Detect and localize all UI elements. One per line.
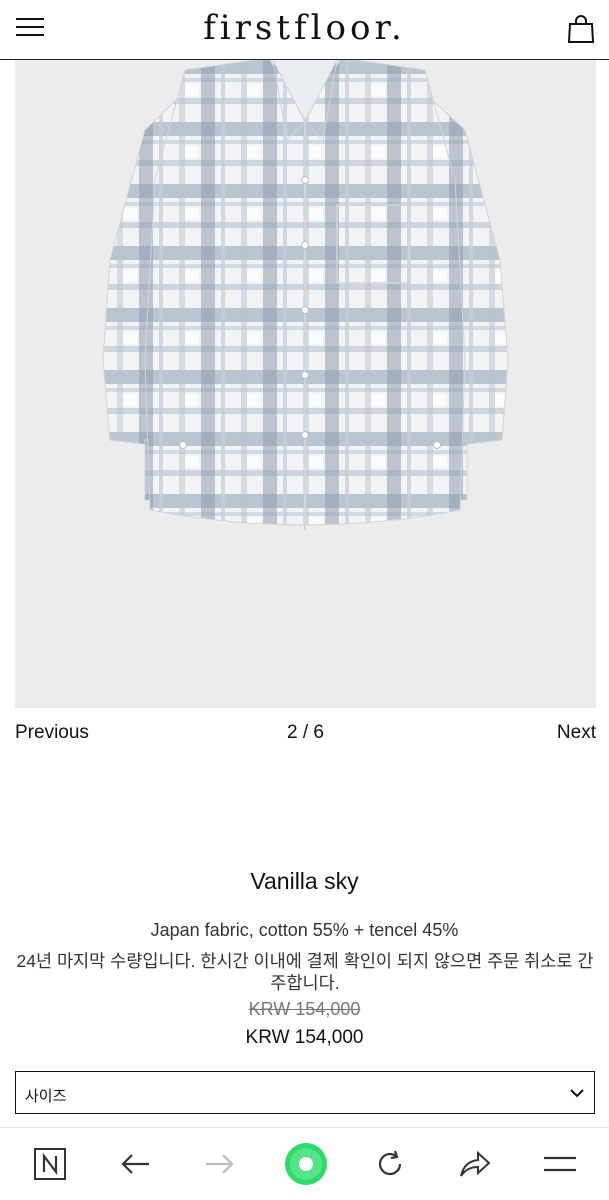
next-button[interactable]: Next — [557, 722, 596, 744]
current-price: KRW 154,000 — [245, 1027, 364, 1048]
image-counter: 2 / 6 — [287, 722, 324, 743]
n-home-icon[interactable] — [30, 1144, 70, 1184]
shopping-bag-icon[interactable] — [567, 14, 595, 44]
size-dropdown[interactable]: 사이즈 — [15, 1071, 595, 1114]
forward-arrow-icon[interactable] — [200, 1144, 240, 1184]
product-image[interactable] — [15, 60, 596, 708]
menu-lines-icon[interactable] — [540, 1144, 580, 1184]
green-dot-icon[interactable] — [284, 1142, 328, 1186]
brand-logo[interactable]: firstfloor. — [0, 8, 609, 48]
product-title: Vanilla sky — [250, 868, 359, 894]
product-notice: 24년 마지막 수량입니다. 한시간 이내에 결제 확인이 되지 않으면 주문 … — [16, 951, 594, 993]
reload-icon[interactable] — [370, 1144, 410, 1184]
original-price: KRW 154,000 — [248, 999, 361, 1019]
chevron-down-icon — [568, 1084, 586, 1102]
site-header: firstfloor. — [0, 0, 609, 60]
product-description: Japan fabric, cotton 55% + tencel 45% — [150, 920, 459, 940]
share-icon[interactable] — [455, 1144, 495, 1184]
browser-bottom-bar — [0, 1127, 609, 1200]
gallery-pager: Previous 2 / 6 Next — [15, 722, 596, 750]
size-dropdown-label: 사이즈 — [25, 1088, 67, 1105]
back-arrow-icon[interactable] — [115, 1144, 155, 1184]
